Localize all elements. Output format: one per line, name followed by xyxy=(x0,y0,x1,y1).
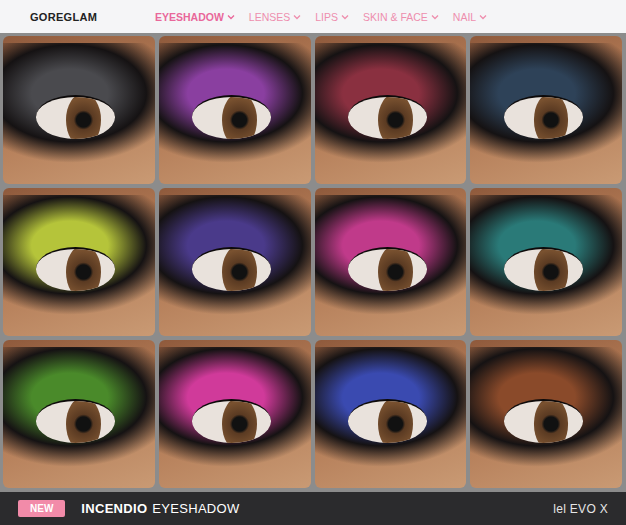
swatch-grid xyxy=(0,33,626,492)
logo[interactable]: GOREGLAM xyxy=(30,11,155,23)
eye xyxy=(348,95,427,138)
iris xyxy=(378,247,413,290)
menu-item[interactable]: LENSES xyxy=(249,11,301,23)
swatch-photo[interactable] xyxy=(159,36,311,184)
menu-item[interactable]: SKIN & FACE xyxy=(363,11,439,23)
eye xyxy=(192,247,271,290)
swatch-photo[interactable] xyxy=(3,188,155,336)
eye xyxy=(504,95,583,138)
iris xyxy=(222,247,257,290)
chevron-down-icon xyxy=(479,14,487,20)
iris xyxy=(378,95,413,138)
swatch-photo[interactable] xyxy=(470,340,622,488)
eye xyxy=(192,95,271,138)
swatch-photo[interactable] xyxy=(470,36,622,184)
chevron-down-icon xyxy=(341,14,349,20)
swatch-photo[interactable] xyxy=(315,340,467,488)
iris xyxy=(66,399,101,442)
menu: EYESHADOW LENSES LIPS SKIN & FACE NAIL xyxy=(155,11,487,23)
chevron-down-icon xyxy=(293,14,301,20)
swatch-photo[interactable] xyxy=(315,188,467,336)
eye xyxy=(504,247,583,290)
menu-item[interactable]: EYESHADOW xyxy=(155,11,235,23)
iris xyxy=(534,95,569,138)
compatibility: lel EVO X xyxy=(553,502,608,516)
iris xyxy=(222,399,257,442)
iris xyxy=(378,399,413,442)
eye xyxy=(36,95,115,138)
eye xyxy=(36,399,115,442)
swatch-photo[interactable] xyxy=(315,36,467,184)
page: GOREGLAMEYESHADOWLENSESLIPSSKIN & FACENA… xyxy=(0,0,626,525)
menu-item[interactable]: NAIL xyxy=(453,11,487,23)
menu-item[interactable]: LIPS xyxy=(315,11,349,23)
eye xyxy=(348,399,427,442)
product-banner: NEW INCENDIO EYESHADOW lel EVO X xyxy=(0,492,626,525)
eye xyxy=(504,399,583,442)
new-badge: NEW xyxy=(18,500,65,517)
iris xyxy=(66,247,101,290)
eye xyxy=(36,247,115,290)
swatch-photo[interactable] xyxy=(159,188,311,336)
eye xyxy=(192,399,271,442)
swatch-photo[interactable] xyxy=(159,340,311,488)
iris xyxy=(222,95,257,138)
top-nav: GOREGLAMEYESHADOW LENSES LIPS SKIN & FACE NA… xyxy=(0,0,626,33)
swatch-photo[interactable] xyxy=(470,188,622,336)
swatch-photo[interactable] xyxy=(3,340,155,488)
iris xyxy=(66,95,101,138)
eye xyxy=(348,247,427,290)
chevron-down-icon xyxy=(431,14,439,20)
swatch-photo[interactable] xyxy=(3,36,155,184)
iris xyxy=(534,399,569,442)
chevron-down-icon xyxy=(227,14,235,20)
product-type: EYESHADOW xyxy=(152,501,239,516)
iris xyxy=(534,247,569,290)
product-name: INCENDIO xyxy=(81,501,147,516)
